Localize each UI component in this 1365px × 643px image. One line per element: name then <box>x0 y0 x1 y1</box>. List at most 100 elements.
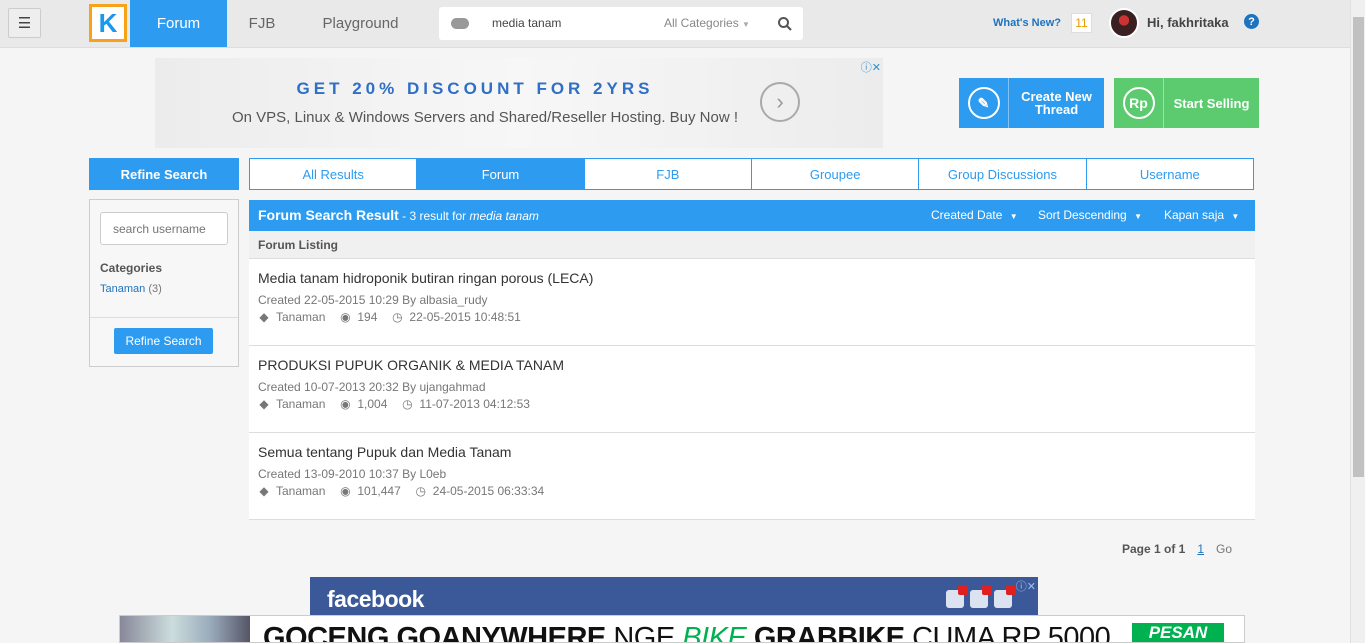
refine-search-button[interactable]: Refine Search <box>114 328 213 354</box>
thread-meta: Created 10-07-2013 20:32 By ujangahmad <box>258 380 486 394</box>
clock-icon: ◷ <box>392 310 403 324</box>
start-selling-label: Start Selling <box>1173 95 1250 111</box>
facebook-ad-banner[interactable]: facebook ⓘ✕ <box>310 577 1038 617</box>
caret-down-icon: ▼ <box>742 20 750 29</box>
tab-username[interactable]: Username <box>1087 159 1253 189</box>
category-name: Tanaman <box>100 283 146 295</box>
thread-meta: Created 22-05-2015 10:29 By albasia_rudy <box>258 293 488 307</box>
nav-tab-fjb[interactable]: FJB <box>227 0 297 47</box>
tab-fjb[interactable]: FJB <box>585 159 752 189</box>
forum-listing-label: Forum Listing <box>249 231 1255 259</box>
help-icon[interactable]: ? <box>1244 14 1259 29</box>
clock-icon: ◷ <box>402 397 413 411</box>
search-input[interactable]: media tanam <box>492 16 561 30</box>
pagination: Page 1 of 1 1 Go <box>1122 542 1232 556</box>
ad-text-c: BIKE <box>682 622 747 643</box>
chevron-right-icon[interactable]: › <box>760 82 800 122</box>
eye-icon: ◉ <box>340 397 351 411</box>
thread-title[interactable]: PRODUKSI PUPUK ORGANIK & MEDIA TANAM <box>258 357 564 373</box>
search-icon[interactable] <box>777 16 793 32</box>
thread-stats: ◆ Tanaman ◉ 194 ◷ 22-05-2015 10:48:51 <box>258 310 521 324</box>
thread-last-post: 22-05-2015 10:48:51 <box>409 310 521 324</box>
eye-icon: ◉ <box>340 310 351 324</box>
thread-title[interactable]: Media tanam hidroponik butiran ringan po… <box>258 270 593 286</box>
ad-text-a: GOCENG GOANYWHERE <box>263 622 606 643</box>
pesan-button[interactable]: PESAN <box>1132 623 1224 642</box>
filter-label: Sort Descending <box>1038 208 1127 222</box>
thread-stats: ◆ Tanaman ◉ 1,004 ◷ 11-07-2013 04:12:53 <box>258 397 530 411</box>
scrollbar-thumb[interactable] <box>1353 17 1364 477</box>
cloud-icon[interactable] <box>451 18 469 29</box>
nav-tab-playground[interactable]: Playground <box>297 0 424 47</box>
category-select[interactable]: All Categories ▼ <box>664 16 750 30</box>
ad-subline: On VPS, Linux & Windows Servers and Shar… <box>231 109 739 126</box>
filter-created-date[interactable]: Created Date ▼ <box>931 208 1018 222</box>
clock-icon: ◷ <box>415 484 426 498</box>
divider <box>90 317 238 318</box>
thread-row: Semua tentang Pupuk dan Media Tanam Crea… <box>249 433 1255 520</box>
filter-sort[interactable]: Sort Descending ▼ <box>1038 208 1142 222</box>
top-navbar: ☰ K Forum FJB Playground media tanam All… <box>0 0 1350 48</box>
tab-group-discussions[interactable]: Group Discussions <box>919 159 1087 189</box>
page-number-link[interactable]: 1 <box>1197 542 1204 556</box>
thread-last-post: 11-07-2013 04:12:53 <box>419 397 530 411</box>
filter-label: Created Date <box>931 208 1003 222</box>
category-link-tanaman[interactable]: Tanaman (3) <box>100 283 162 295</box>
pencil-icon: ✎ <box>959 78 1009 128</box>
thread-tag[interactable]: Tanaman <box>276 484 325 498</box>
go-button[interactable]: Go <box>1216 542 1232 556</box>
create-thread-button[interactable]: ✎ Create New Thread <box>959 78 1104 128</box>
messages-icon <box>970 585 992 608</box>
nav-tab-forum[interactable]: Forum <box>130 0 227 47</box>
filter-time[interactable]: Kapan saja ▼ <box>1164 208 1239 222</box>
ad-headline: GET 20% DISCOUNT FOR 2YRS <box>296 79 654 98</box>
caret-down-icon: ▼ <box>1231 212 1240 221</box>
avatar[interactable] <box>1109 8 1139 38</box>
facebook-logo: facebook <box>327 586 424 612</box>
grabbike-ad-banner[interactable]: GOCENG GOANYWHERE NGE BIKE GRABBIKE CUMA… <box>119 615 1245 643</box>
thread-views: 194 <box>357 310 378 324</box>
username-search-input[interactable] <box>100 212 228 245</box>
categories-title: Categories <box>100 261 163 275</box>
start-selling-button[interactable]: Rp Start Selling <box>1114 78 1259 128</box>
kaskus-logo[interactable]: K <box>89 4 127 42</box>
caret-down-icon: ▼ <box>1009 212 1018 221</box>
page-label: Page 1 of 1 <box>1122 542 1186 556</box>
tag-icon: ◆ <box>259 484 269 498</box>
result-count: - 3 result for <box>398 209 470 223</box>
ad-text: GOCENG GOANYWHERE NGE BIKE GRABBIKE CUMA… <box>263 622 1111 643</box>
thread-tag[interactable]: Tanaman <box>276 310 325 324</box>
hamburger-menu-button[interactable]: ☰ <box>8 8 41 38</box>
result-tabs: All Results Forum FJB Groupee Group Disc… <box>249 158 1254 190</box>
ad-text-d: GRABBIKE <box>753 622 905 643</box>
thread-title[interactable]: Semua tentang Pupuk dan Media Tanam <box>258 444 511 460</box>
tab-forum[interactable]: Forum <box>417 159 585 189</box>
ad-info-close-icon[interactable]: ⓘ✕ <box>861 59 881 75</box>
filter-label: Kapan saja <box>1164 208 1225 222</box>
tag-icon: ◆ <box>259 397 269 411</box>
rupiah-icon: Rp <box>1114 78 1164 128</box>
thread-last-post: 24-05-2015 06:33:34 <box>432 484 545 498</box>
thread-views: 1,004 <box>357 397 388 411</box>
tab-all-results[interactable]: All Results <box>250 159 418 189</box>
thread-tag[interactable]: Tanaman <box>276 397 325 411</box>
category-select-label: All Categories <box>664 16 739 30</box>
whats-new-link[interactable]: What's New? <box>993 17 1061 29</box>
category-count: (3) <box>148 283 162 295</box>
globe-icon <box>994 585 1016 608</box>
tab-groupee[interactable]: Groupee <box>752 159 920 189</box>
ad-text-e: CUMA RP 5000 <box>912 622 1111 643</box>
page-scrollbar[interactable] <box>1350 0 1365 643</box>
search-bar: media tanam All Categories ▼ <box>439 7 803 40</box>
user-greeting[interactable]: Hi, fakhritaka <box>1147 15 1229 30</box>
result-title: Forum Search Result - 3 result for media… <box>258 207 539 223</box>
ad-text-b: NGE <box>613 622 675 643</box>
hosting-ad-banner[interactable]: GET 20% DISCOUNT FOR 2YRS On VPS, Linux … <box>155 58 883 148</box>
notification-badge[interactable]: 11 <box>1071 13 1092 33</box>
thread-views: 101,447 <box>357 484 401 498</box>
refine-search-header: Refine Search <box>89 158 239 190</box>
result-query: media tanam <box>469 209 539 223</box>
eye-icon: ◉ <box>340 484 351 498</box>
ad-info-close-icon[interactable]: ⓘ✕ <box>1016 578 1036 594</box>
logo-letter: K <box>98 7 118 38</box>
